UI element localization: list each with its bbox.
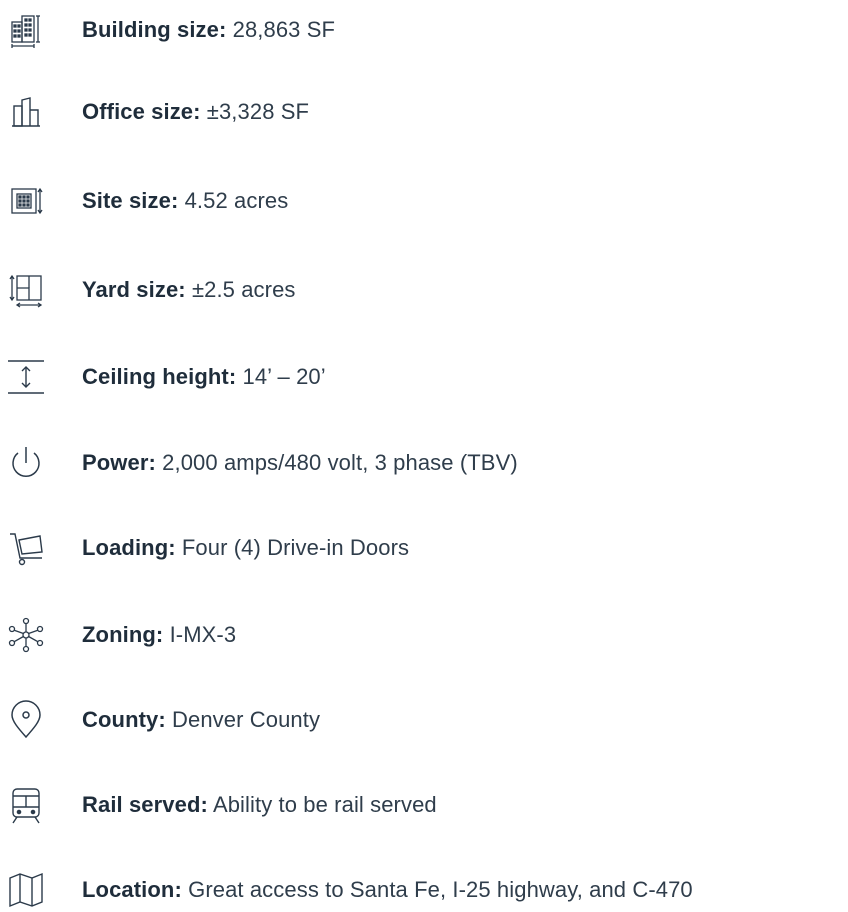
spec-row-ceiling-height: Ceiling height: 14’ – 20’ xyxy=(0,347,848,407)
loading-cart-icon xyxy=(6,528,46,568)
building-icon xyxy=(6,10,46,50)
spec-text: Location: Great access to Santa Fe, I-25… xyxy=(82,876,693,904)
spec-row-location: Location: Great access to Santa Fe, I-25… xyxy=(0,860,848,912)
ceiling-height-icon xyxy=(6,357,46,397)
spec-label: Zoning: xyxy=(82,622,164,647)
spec-row-county: County: Denver County xyxy=(0,690,848,750)
spec-row-building-size: Building size: 28,863 SF xyxy=(0,0,848,60)
spec-label: Rail served: xyxy=(82,792,208,817)
spec-row-yard-size: Yard size: ±2.5 acres xyxy=(0,260,848,320)
spec-value: 14’ – 20’ xyxy=(242,364,326,389)
office-icon xyxy=(6,92,46,132)
spec-value: Four (4) Drive-in Doors xyxy=(181,535,410,560)
spec-text: Yard size: ±2.5 acres xyxy=(82,276,296,304)
spec-value: 2,000 amps/480 volt, 3 phase (TBV) xyxy=(162,450,518,475)
spec-text: Site size: 4.52 acres xyxy=(82,187,288,215)
spec-label: Site size: xyxy=(82,188,179,213)
power-icon xyxy=(6,443,46,483)
property-spec-list: Building size: 28,863 SF Office size: ±3… xyxy=(0,0,848,912)
train-icon xyxy=(6,785,46,825)
spec-text: Rail served: Ability to be rail served xyxy=(82,791,437,819)
zoning-network-icon xyxy=(6,615,46,655)
spec-label: Loading: xyxy=(82,535,176,560)
spec-label: Location: xyxy=(82,877,182,902)
spec-text: Office size: ±3,328 SF xyxy=(82,98,309,126)
spec-row-loading: Loading: Four (4) Drive-in Doors xyxy=(0,518,848,578)
yard-size-icon xyxy=(6,270,46,310)
spec-row-zoning: Zoning: I-MX-3 xyxy=(0,605,848,665)
spec-value: Denver County xyxy=(172,707,321,732)
spec-text: Loading: Four (4) Drive-in Doors xyxy=(82,534,409,562)
spec-value: Great access to Santa Fe, I-25 highway, … xyxy=(188,877,693,902)
spec-text: Ceiling height: 14’ – 20’ xyxy=(82,363,326,391)
spec-label: County: xyxy=(82,707,166,732)
spec-value: 4.52 acres xyxy=(184,188,289,213)
spec-label: Building size: xyxy=(82,17,227,42)
spec-text: Building size: 28,863 SF xyxy=(82,16,335,44)
spec-label: Power: xyxy=(82,450,156,475)
spec-text: County: Denver County xyxy=(82,706,320,734)
site-size-icon xyxy=(6,181,46,221)
spec-row-office-size: Office size: ±3,328 SF xyxy=(0,82,848,142)
spec-value: ±3,328 SF xyxy=(206,99,310,124)
map-pin-icon xyxy=(6,700,46,740)
spec-row-site-size: Site size: 4.52 acres xyxy=(0,171,848,231)
spec-label: Yard size: xyxy=(82,277,186,302)
spec-value: I-MX-3 xyxy=(169,622,237,647)
spec-text: Power: 2,000 amps/480 volt, 3 phase (TBV… xyxy=(82,449,518,477)
spec-text: Zoning: I-MX-3 xyxy=(82,621,236,649)
spec-value: 28,863 SF xyxy=(232,17,336,42)
spec-row-rail-served: Rail served: Ability to be rail served xyxy=(0,775,848,835)
spec-label: Office size: xyxy=(82,99,201,124)
spec-label: Ceiling height: xyxy=(82,364,237,389)
spec-value: ±2.5 acres xyxy=(191,277,296,302)
spec-value: Ability to be rail served xyxy=(212,792,437,817)
spec-row-power: Power: 2,000 amps/480 volt, 3 phase (TBV… xyxy=(0,433,848,493)
map-icon xyxy=(6,870,46,910)
